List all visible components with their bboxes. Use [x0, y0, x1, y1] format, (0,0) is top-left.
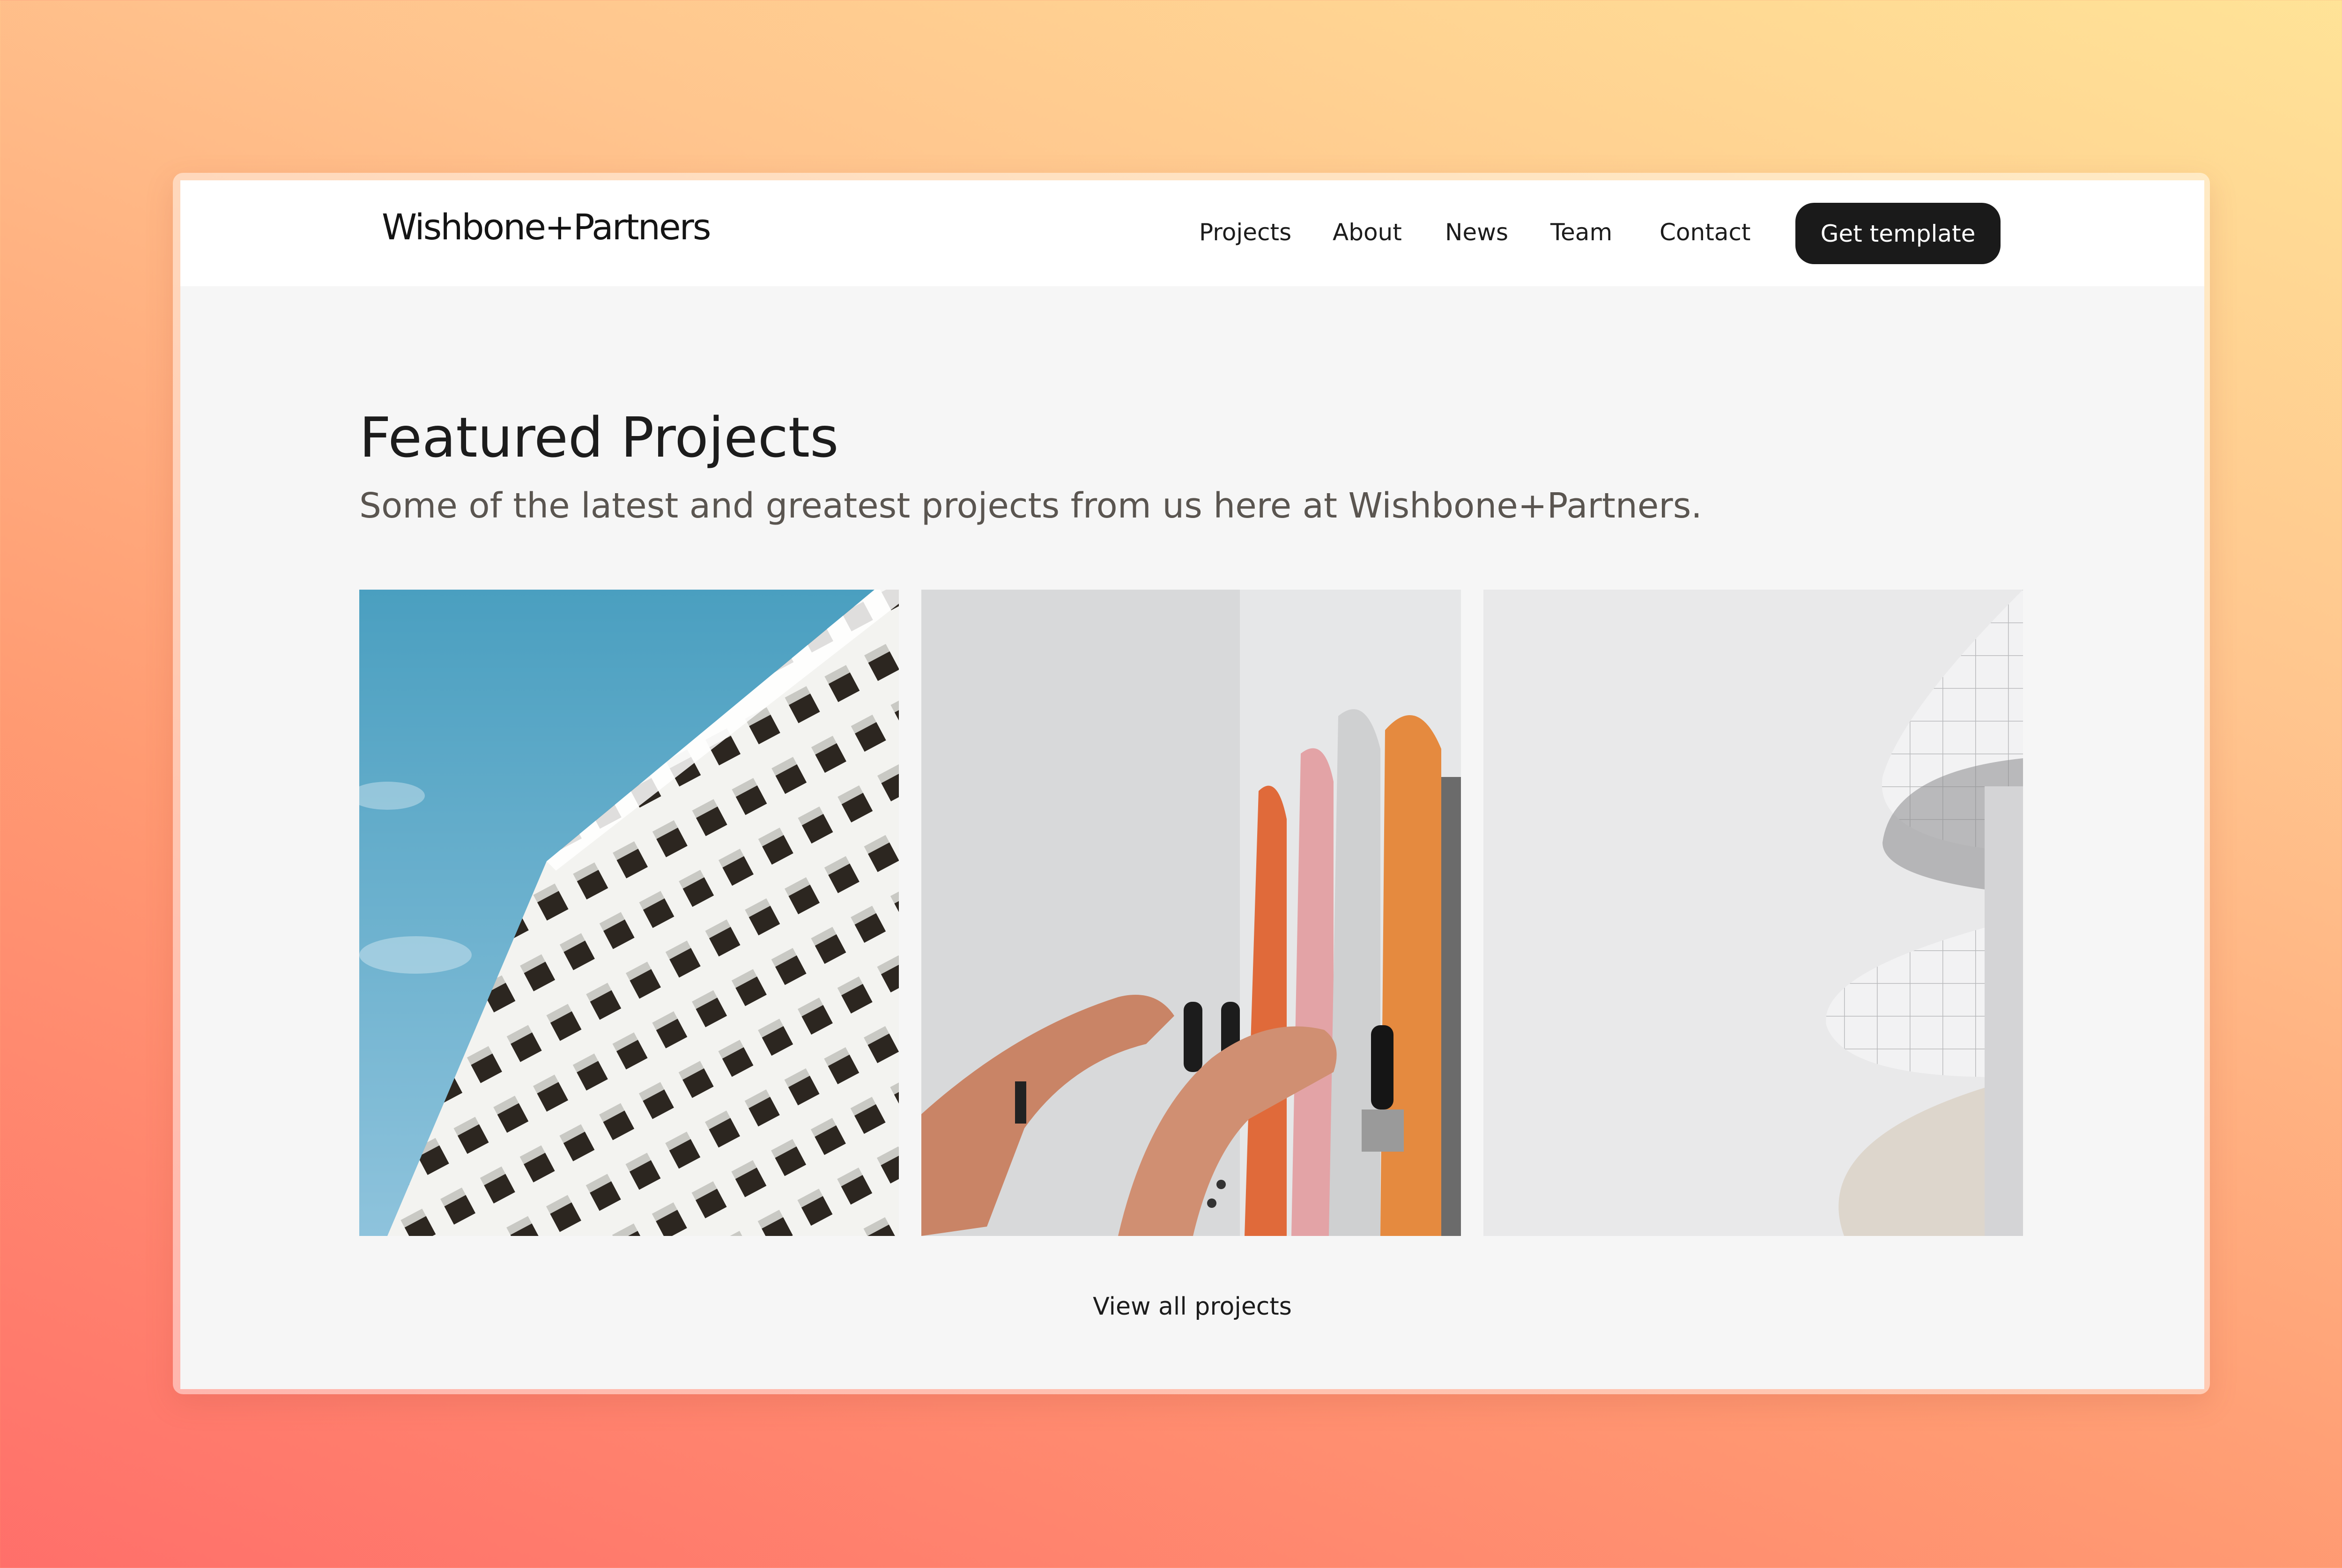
- view-all-projects-link[interactable]: View all projects: [180, 1293, 2204, 1321]
- nav-link-contact[interactable]: Contact: [1660, 219, 1751, 246]
- nav-link-about[interactable]: About: [1333, 219, 1402, 246]
- nav-link-news[interactable]: News: [1445, 219, 1508, 246]
- project-card[interactable]: [1483, 590, 2023, 1236]
- nav-link-projects[interactable]: Projects: [1199, 219, 1291, 246]
- building-photo-image: [359, 590, 899, 1236]
- beer-taps-photo-image: [921, 590, 1461, 1236]
- brand-logo[interactable]: Wishbone+Partners: [382, 206, 711, 248]
- navbar: Wishbone+Partners Projects About News Te…: [180, 180, 2204, 286]
- page: Wishbone+Partners Projects About News Te…: [180, 180, 2204, 1389]
- curved-building-photo-image: [1483, 590, 2023, 1236]
- project-card[interactable]: [921, 590, 1461, 1236]
- section-subtitle: Some of the latest and greatest projects…: [359, 486, 1702, 526]
- section-title: Featured Projects: [359, 405, 839, 470]
- get-template-label: Get template: [1820, 220, 1976, 247]
- project-card[interactable]: [359, 590, 899, 1236]
- get-template-button[interactable]: Get template: [1795, 203, 2001, 264]
- nav-link-team[interactable]: Team: [1550, 219, 1612, 246]
